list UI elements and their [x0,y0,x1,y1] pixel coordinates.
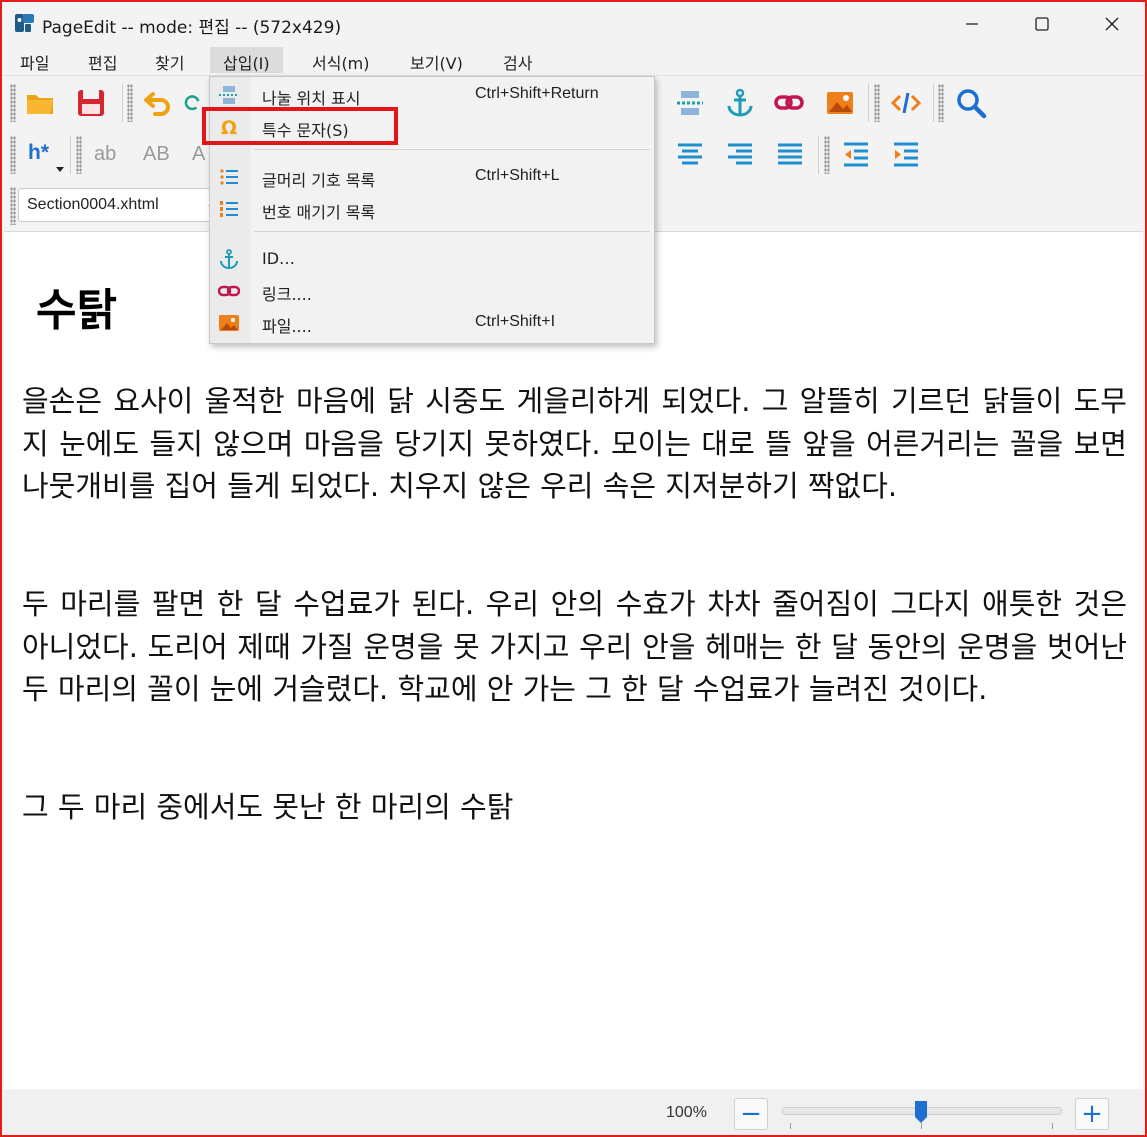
toolbar-grip[interactable] [127,84,133,122]
split-marker-icon[interactable] [672,85,708,121]
paragraph: 을손은 요사이 울적한 마음에 닭 시중도 게을리하게 되었다. 그 알뜰히 기… [22,384,1127,503]
file-select-value: Section0004.xhtml [27,196,159,213]
link-icon [218,280,240,302]
numbered-list-icon [218,198,240,220]
file-select[interactable]: Section0004.xhtml ⌄ [18,188,223,222]
paragraph: 두 마리를 팔면 한 달 수업료가 된다. 우리 안의 수효가 차차 줄어짐이 … [22,587,1127,706]
menu-item-shortcut: Ctrl+Shift+I [475,313,556,330]
align-right-icon[interactable] [722,137,758,173]
menu-item-label: 나눌 위치 표시 [262,89,361,108]
toolbar-grip[interactable] [10,187,16,225]
toolbar-separator [933,84,934,122]
search-icon[interactable] [953,85,989,121]
image-icon [218,312,240,334]
heading-button[interactable]: h* [28,141,49,165]
maximize-button[interactable] [1007,2,1077,46]
lowercase-button[interactable]: ab [94,143,116,166]
menu-item-numbered-list[interactable]: 번호 매기기 목록 [210,194,654,224]
toolbar-separator [70,136,71,174]
title-bar: PageEdit -- mode: 편집 -- (572x429) [2,2,1145,46]
indent-icon[interactable] [888,137,924,173]
uppercase-button[interactable]: AB [143,143,170,166]
titlecase-button[interactable]: A [192,143,205,166]
toolbar-grip[interactable] [824,136,830,174]
menu-item-label: ID… [262,249,296,268]
minimize-button[interactable] [937,2,1007,46]
toolbar-grip[interactable] [938,84,944,122]
bullet-list-icon [218,166,240,188]
menu-format[interactable]: 서식(m) [312,50,370,74]
menu-bar: 파일 편집 찾기 삽입(I) 서식(m) 보기(V) 검사 [2,46,1145,76]
menu-item-bullet-list[interactable]: 글머리 기호 목록 Ctrl+Shift+L [210,162,654,192]
menu-item-label: 번호 매기기 목록 [262,203,376,222]
zoom-slider-handle[interactable] [914,1100,928,1124]
code-view-icon[interactable] [888,85,924,121]
app-window: PageEdit -- mode: 편집 -- (572x429) 파일 편집 … [0,0,1147,1137]
highlight-annotation [202,107,398,145]
image-icon[interactable] [822,85,858,121]
toolbar-grip[interactable] [10,136,16,174]
close-button[interactable] [1077,2,1147,46]
anchor-icon[interactable] [722,85,758,121]
maximize-icon [1035,17,1049,31]
menu-separator [254,149,650,150]
menu-item-link[interactable]: 링크.... [210,276,654,306]
close-icon [1105,17,1119,31]
toolbar-grip[interactable] [76,136,82,174]
menu-item-label: 글머리 기호 목록 [262,171,376,190]
toolbar-separator [122,84,123,122]
menu-edit[interactable]: 편집 [88,50,117,74]
pageedit-logo-icon [14,12,36,34]
zoom-out-button[interactable]: − [734,1098,768,1130]
folder-open-icon[interactable] [22,85,58,121]
chevron-down-icon[interactable] [56,167,64,172]
window-title: PageEdit -- mode: 편집 -- (572x429) [42,18,342,38]
align-justify-icon[interactable] [772,137,808,173]
undo-icon[interactable] [139,85,175,121]
status-bar: 100% − + [2,1090,1145,1135]
menu-item-label: 파일.... [262,317,312,336]
document-view[interactable]: 수탉 을손은 요사이 울적한 마음에 닭 시중도 게을리하게 되었다. 그 알뜰… [4,231,1143,1089]
menu-item-shortcut: Ctrl+Shift+L [475,167,560,184]
menu-view[interactable]: 보기(V) [410,50,463,74]
anchor-icon [218,248,240,270]
slider-tick [1052,1123,1053,1129]
align-center-icon[interactable] [672,137,708,173]
minimize-icon [966,23,978,25]
slider-tick [790,1123,791,1129]
split-marker-icon [218,84,240,106]
menu-file[interactable]: 파일 [20,50,49,74]
toolbar-separator [818,136,819,174]
menu-item-label: 링크.... [262,285,312,304]
paragraph: 그 두 마리 중에서도 못난 한 마리의 수탉 [22,790,514,824]
menu-separator [254,231,650,232]
toolbar-grip[interactable] [874,84,880,122]
toolbar-grip[interactable] [10,84,16,122]
menu-find[interactable]: 찾기 [155,50,184,74]
outdent-icon[interactable] [838,137,874,173]
menu-item-file[interactable]: 파일.... Ctrl+Shift+I [210,308,654,338]
redo-icon[interactable] [182,85,202,121]
link-icon[interactable] [771,85,807,121]
toolbar-separator [868,84,869,122]
zoom-level: 100% [666,1104,707,1121]
save-icon[interactable] [73,85,109,121]
menu-insert[interactable]: 삽입(I) [210,47,283,73]
menu-item-split-marker[interactable]: 나눌 위치 표시 Ctrl+Shift+Return [210,80,654,110]
menu-inspect[interactable]: 검사 [503,50,532,74]
document-heading: 수탉 [36,285,117,336]
menu-item-id[interactable]: ID… [210,244,654,274]
zoom-in-button[interactable]: + [1075,1098,1109,1130]
menu-item-shortcut: Ctrl+Shift+Return [475,85,599,102]
